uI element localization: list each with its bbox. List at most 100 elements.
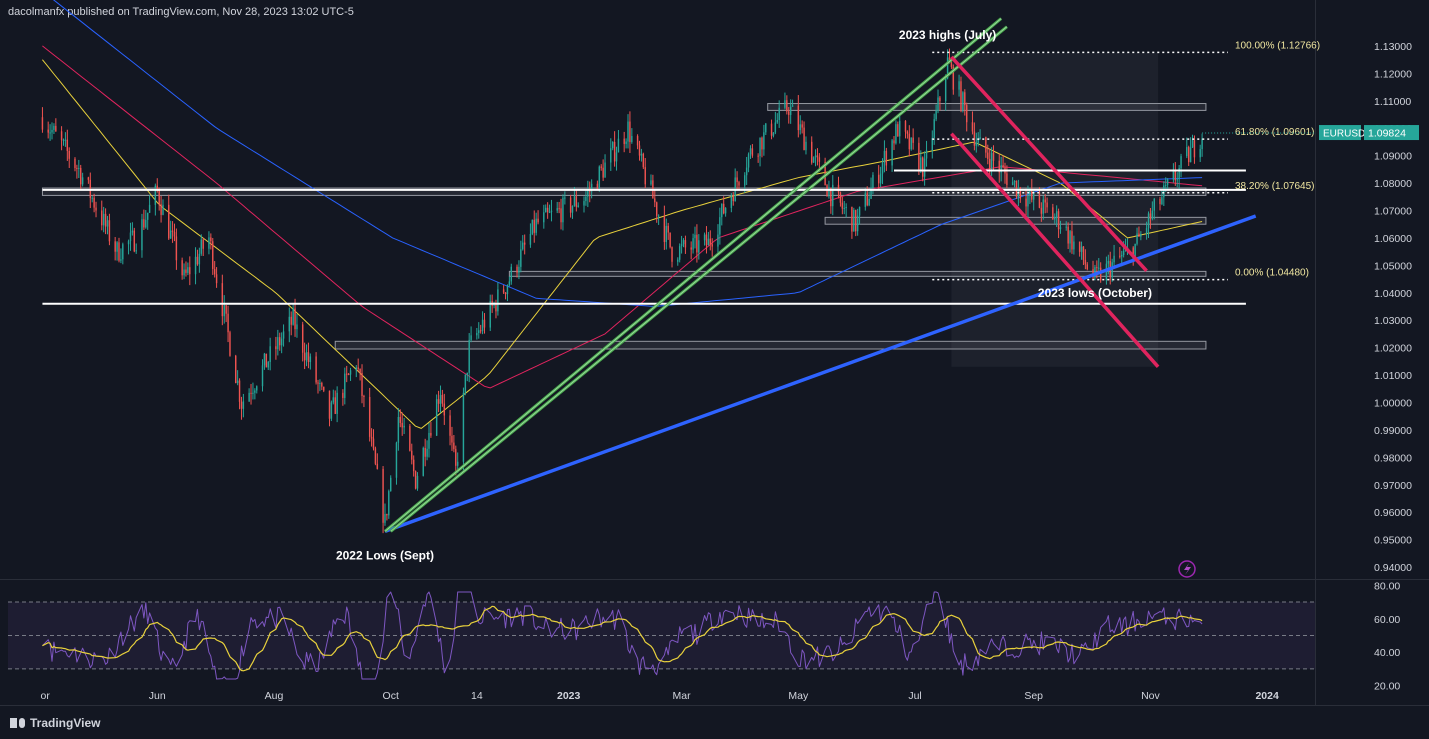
candle bbox=[692, 238, 694, 250]
tradingview-logo[interactable]: TradingView bbox=[10, 716, 100, 730]
candle bbox=[449, 415, 451, 436]
candle bbox=[556, 208, 558, 211]
candle bbox=[1096, 267, 1098, 269]
candle bbox=[908, 133, 911, 150]
candle bbox=[797, 105, 800, 131]
candle bbox=[390, 477, 392, 492]
candle bbox=[1065, 226, 1067, 228]
candle bbox=[95, 207, 97, 211]
candle bbox=[401, 422, 403, 428]
candle bbox=[577, 205, 579, 207]
candle bbox=[349, 370, 352, 375]
candle bbox=[221, 283, 224, 317]
candle bbox=[625, 141, 627, 144]
candle bbox=[560, 208, 562, 223]
candle bbox=[520, 249, 522, 267]
candle bbox=[250, 392, 252, 394]
candle bbox=[93, 197, 95, 208]
candle bbox=[602, 167, 604, 178]
candle bbox=[345, 373, 348, 375]
candle bbox=[168, 204, 170, 239]
candle bbox=[604, 162, 606, 178]
candle bbox=[116, 242, 118, 252]
candle bbox=[531, 219, 534, 234]
candle bbox=[422, 447, 424, 476]
candle bbox=[897, 124, 899, 137]
candle bbox=[1052, 207, 1054, 220]
candle bbox=[414, 471, 417, 489]
candle bbox=[409, 425, 411, 451]
candle bbox=[376, 463, 379, 469]
tradingview-logo-icon bbox=[10, 718, 26, 728]
candle bbox=[518, 266, 520, 273]
tradingview-logo-text: TradingView bbox=[30, 716, 101, 730]
candle bbox=[899, 120, 901, 137]
candle bbox=[64, 139, 67, 141]
candle bbox=[585, 196, 587, 202]
candle bbox=[359, 368, 361, 373]
candle bbox=[627, 121, 629, 142]
candle bbox=[1113, 255, 1115, 263]
price-chart[interactable]: 1.130001.120001.110001.100001.090001.080… bbox=[0, 0, 1429, 739]
candle bbox=[845, 207, 847, 209]
candle bbox=[1055, 211, 1058, 218]
fibonacci-level-label: 100.00% (1.12766) bbox=[1235, 40, 1320, 51]
candle bbox=[814, 155, 817, 158]
candle bbox=[587, 190, 589, 197]
candle bbox=[923, 158, 926, 177]
candle bbox=[1040, 207, 1043, 214]
candle bbox=[1165, 184, 1167, 186]
candle bbox=[650, 180, 652, 185]
candle bbox=[399, 416, 402, 423]
candle bbox=[334, 397, 336, 414]
candle bbox=[145, 219, 147, 228]
candle bbox=[215, 274, 218, 284]
rsi-axis-tick: 20.00 bbox=[1374, 681, 1400, 693]
price-axis-tick: 0.95000 bbox=[1374, 535, 1412, 547]
candle bbox=[104, 213, 107, 227]
candle bbox=[921, 157, 924, 177]
candle bbox=[435, 399, 438, 436]
candle bbox=[504, 292, 507, 295]
candle bbox=[703, 234, 706, 241]
candle bbox=[55, 125, 57, 132]
candle bbox=[677, 259, 679, 262]
candle bbox=[600, 166, 602, 168]
candle bbox=[403, 425, 405, 428]
candle bbox=[529, 233, 532, 245]
price-axis-tick: 1.00000 bbox=[1374, 397, 1412, 409]
fibonacci-level-label: 38.20% (1.07645) bbox=[1235, 181, 1315, 192]
candle bbox=[1122, 250, 1125, 255]
candle bbox=[66, 139, 69, 151]
candle bbox=[476, 333, 478, 336]
candle bbox=[1067, 226, 1069, 244]
candle bbox=[562, 197, 564, 223]
chart-annotation: 2022 Lows (Sept) bbox=[336, 548, 434, 562]
candle bbox=[881, 162, 884, 174]
candle bbox=[1180, 156, 1182, 169]
candle bbox=[74, 158, 76, 169]
candle bbox=[357, 367, 359, 369]
candle bbox=[235, 355, 237, 384]
candle bbox=[181, 260, 183, 276]
candle bbox=[1031, 189, 1033, 200]
candle bbox=[642, 153, 645, 168]
candle bbox=[309, 356, 312, 363]
candle bbox=[722, 203, 725, 214]
candle bbox=[937, 97, 939, 111]
candle bbox=[858, 206, 861, 216]
candle bbox=[655, 202, 658, 216]
candle bbox=[330, 402, 333, 419]
candle bbox=[663, 215, 666, 243]
candle bbox=[636, 136, 639, 146]
rsi-axis-tick: 80.00 bbox=[1374, 580, 1400, 592]
symbol-tag-label: EURUSD bbox=[1323, 129, 1365, 140]
candle bbox=[280, 338, 283, 346]
candle bbox=[470, 335, 472, 340]
candle bbox=[395, 442, 398, 478]
candle bbox=[910, 137, 912, 150]
candle bbox=[305, 352, 308, 361]
candle bbox=[210, 237, 212, 242]
chart-annotation: 2023 lows (October) bbox=[1038, 286, 1152, 300]
candle bbox=[62, 139, 65, 141]
